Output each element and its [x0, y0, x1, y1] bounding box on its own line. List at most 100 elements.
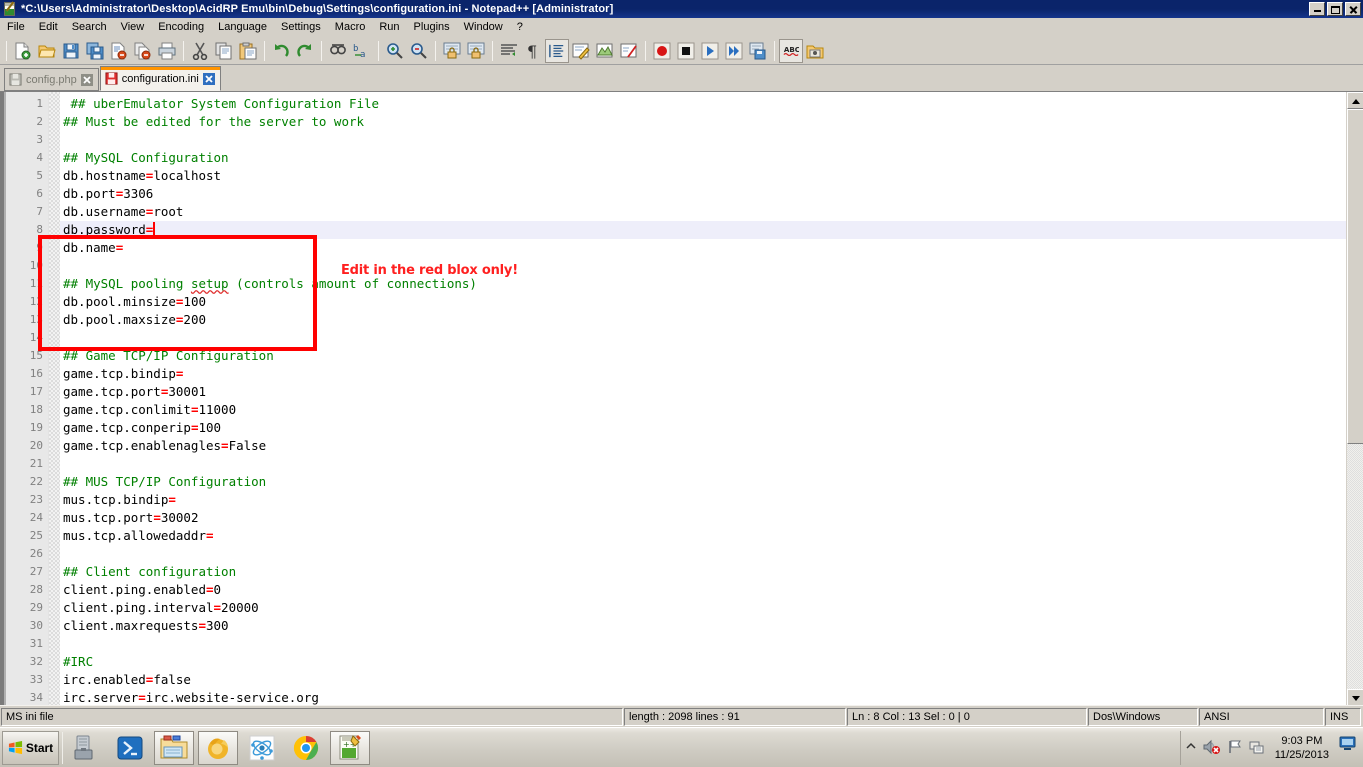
- volume-muted-icon[interactable]: [1203, 739, 1221, 758]
- document-map-icon[interactable]: [593, 39, 617, 63]
- code-line[interactable]: db.username=root: [60, 203, 1346, 221]
- close-button[interactable]: [1345, 2, 1361, 16]
- tab-config-php[interactable]: config.php: [4, 68, 99, 91]
- close-tab-icon[interactable]: [202, 72, 215, 85]
- code-line[interactable]: client.ping.interval=20000: [60, 599, 1346, 617]
- close-icon[interactable]: [107, 39, 131, 63]
- code-line[interactable]: db.pool.minsize=100: [60, 293, 1346, 311]
- open-icon[interactable]: [35, 39, 59, 63]
- menu-macro[interactable]: Macro: [328, 19, 373, 35]
- undo-icon[interactable]: [269, 39, 293, 63]
- menu-settings[interactable]: Settings: [274, 19, 328, 35]
- restore-button[interactable]: [1327, 2, 1343, 16]
- sync-horizontal-scroll-icon[interactable]: [464, 39, 488, 63]
- server-manager-icon[interactable]: [66, 731, 106, 765]
- code-line[interactable]: game.tcp.bindip=: [60, 365, 1346, 383]
- code-text[interactable]: ## uberEmulator System Configuration Fil…: [60, 92, 1346, 705]
- code-line[interactable]: [60, 635, 1346, 653]
- play-macro-icon[interactable]: [698, 39, 722, 63]
- menu-language[interactable]: Language: [211, 19, 274, 35]
- action-center-flag-icon[interactable]: [1227, 739, 1243, 758]
- editor-area[interactable]: 1 2 3 4 5 6 7 8 9 10 11 12 13 14 15 16 17 18 19 20 21 22 23 24 2…: [0, 91, 1363, 705]
- menu-encoding[interactable]: Encoding: [151, 19, 211, 35]
- stop-recording-icon[interactable]: [674, 39, 698, 63]
- menu-file[interactable]: File: [0, 19, 32, 35]
- code-line[interactable]: ## MySQL Configuration: [60, 149, 1346, 167]
- code-line[interactable]: irc.server=irc.website-service.org: [60, 689, 1346, 705]
- code-line[interactable]: [60, 131, 1346, 149]
- code-line[interactable]: [60, 329, 1346, 347]
- menu-plugins[interactable]: Plugins: [407, 19, 457, 35]
- code-line[interactable]: client.maxrequests=300: [60, 617, 1346, 635]
- code-line[interactable]: ## MUS TCP/IP Configuration: [60, 473, 1346, 491]
- code-line[interactable]: ## MySQL pooling setup (controls amount …: [60, 275, 1346, 293]
- redo-icon[interactable]: [293, 39, 317, 63]
- minimize-button[interactable]: [1309, 2, 1325, 16]
- code-line[interactable]: game.tcp.port=30001: [60, 383, 1346, 401]
- save-all-icon[interactable]: [83, 39, 107, 63]
- code-line[interactable]: game.tcp.conlimit=11000: [60, 401, 1346, 419]
- scroll-up-icon[interactable]: [1347, 92, 1363, 109]
- scroll-down-icon[interactable]: [1347, 689, 1363, 705]
- firefox-icon[interactable]: [198, 730, 238, 765]
- code-line[interactable]: [60, 545, 1346, 563]
- spell-check-icon[interactable]: ABC: [779, 38, 803, 63]
- code-line[interactable]: mus.tcp.bindip=: [60, 491, 1346, 509]
- code-line[interactable]: db.pool.maxsize=200: [60, 311, 1346, 329]
- menu-view[interactable]: View: [114, 19, 152, 35]
- user-defined-language-icon[interactable]: [569, 39, 593, 63]
- notepadpp-taskbar-icon[interactable]: ++: [330, 730, 370, 765]
- code-line[interactable]: #IRC: [60, 653, 1346, 671]
- file-explorer-icon[interactable]: [154, 730, 194, 765]
- fold-margin[interactable]: [48, 92, 60, 705]
- code-line[interactable]: ## Game TCP/IP Configuration: [60, 347, 1346, 365]
- vertical-scrollbar-thumb[interactable]: [1347, 109, 1363, 444]
- menu-run[interactable]: Run: [372, 19, 406, 35]
- show-hidden-icons-icon[interactable]: [1185, 741, 1197, 756]
- code-line[interactable]: db.port=3306: [60, 185, 1346, 203]
- code-line[interactable]: [60, 455, 1346, 473]
- code-line[interactable]: ## uberEmulator System Configuration Fil…: [60, 95, 1346, 113]
- code-line[interactable]: db.password=: [60, 221, 1346, 239]
- start-button[interactable]: Start: [2, 730, 59, 765]
- show-desktop-button[interactable]: [1339, 735, 1357, 761]
- run-macro-multiple-icon[interactable]: [722, 39, 746, 63]
- code-line[interactable]: db.name=: [60, 239, 1346, 257]
- code-line[interactable]: client.ping.enabled=0: [60, 581, 1346, 599]
- find-icon[interactable]: [326, 39, 350, 63]
- show-all-characters-icon[interactable]: ¶: [521, 39, 545, 63]
- replace-icon[interactable]: b a: [350, 39, 374, 63]
- network-icon[interactable]: [1249, 739, 1265, 758]
- clock[interactable]: 9:03 PM 11/25/2013: [1275, 734, 1329, 762]
- code-line[interactable]: [60, 257, 1346, 275]
- vertical-scrollbar[interactable]: [1346, 92, 1363, 705]
- menu-search[interactable]: Search: [65, 19, 114, 35]
- close-tab-icon[interactable]: [80, 73, 93, 86]
- print-icon[interactable]: [155, 39, 179, 63]
- zoom-in-icon[interactable]: [383, 39, 407, 63]
- new-icon[interactable]: [11, 39, 35, 63]
- word-wrap-icon[interactable]: [497, 39, 521, 63]
- folder-as-workspace-icon[interactable]: [803, 39, 827, 63]
- zoom-out-icon[interactable]: [407, 39, 431, 63]
- copy-icon[interactable]: [212, 39, 236, 63]
- cut-icon[interactable]: [188, 39, 212, 63]
- tab-configuration-ini[interactable]: configuration.ini: [99, 66, 221, 91]
- code-line[interactable]: mus.tcp.port=30002: [60, 509, 1346, 527]
- atom-icon[interactable]: [242, 731, 282, 765]
- code-line[interactable]: mus.tcp.allowedaddr=: [60, 527, 1346, 545]
- code-line[interactable]: db.hostname=localhost: [60, 167, 1346, 185]
- code-line[interactable]: game.tcp.enablenagles=False: [60, 437, 1346, 455]
- code-line[interactable]: ## Client configuration: [60, 563, 1346, 581]
- sync-vertical-scroll-icon[interactable]: [440, 39, 464, 63]
- indent-guide-icon[interactable]: [545, 38, 569, 63]
- code-line[interactable]: irc.enabled=false: [60, 671, 1346, 689]
- start-recording-icon[interactable]: [650, 39, 674, 63]
- powershell-icon[interactable]: [110, 731, 150, 765]
- menu-edit[interactable]: Edit: [32, 19, 65, 35]
- menu-window[interactable]: Window: [457, 19, 510, 35]
- code-line[interactable]: ## Must be edited for the server to work: [60, 113, 1346, 131]
- save-icon[interactable]: [59, 39, 83, 63]
- menu-help[interactable]: ?: [510, 19, 530, 35]
- code-line[interactable]: game.tcp.conperip=100: [60, 419, 1346, 437]
